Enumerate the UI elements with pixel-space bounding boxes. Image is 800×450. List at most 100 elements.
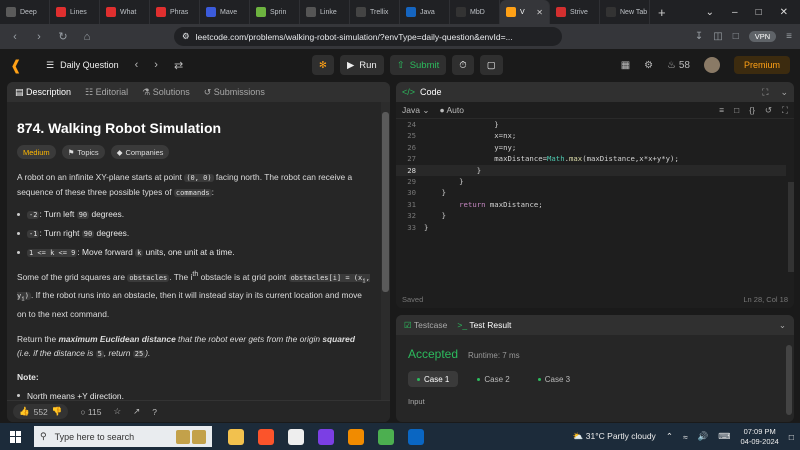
code-line[interactable]: 30 } xyxy=(396,187,786,198)
case-tab[interactable]: Case 1 xyxy=(408,371,459,387)
code-line[interactable]: 24 } xyxy=(396,119,786,130)
site-info-icon[interactable]: ⚙ xyxy=(182,31,190,42)
browser-tab[interactable]: Sprin xyxy=(250,0,300,24)
browser-tab[interactable]: V ✕ xyxy=(500,0,550,24)
intellij-icon[interactable] xyxy=(318,428,334,445)
menu-icon[interactable]: ≡ xyxy=(786,31,792,42)
browser-tab[interactable]: Deep xyxy=(0,0,50,24)
vlc-icon[interactable] xyxy=(348,428,364,445)
code-line[interactable]: 28 } xyxy=(396,164,786,176)
keyboard-icon[interactable]: ⌨ xyxy=(718,431,730,442)
back-icon[interactable]: ‹ xyxy=(8,31,22,43)
vpn-button[interactable]: VPN xyxy=(748,31,777,42)
browser-tab[interactable]: Trellix xyxy=(350,0,400,24)
tab-submissions[interactable]: ↺ Submissions xyxy=(204,87,265,98)
code-editor[interactable]: 24 } 25 x=nx; 26 y=ny; 27 maxDistance=Math.… xyxy=(396,119,794,289)
next-problem-icon[interactable]: › xyxy=(154,59,158,72)
notes-button[interactable]: ▢ xyxy=(479,55,503,75)
minimize-icon[interactable]: – xyxy=(732,7,738,18)
browser-tab[interactable]: Phras xyxy=(150,0,200,24)
companies-badge[interactable]: ◆ Companies xyxy=(110,145,170,159)
code-line[interactable]: 31 return maxDistance; xyxy=(396,199,786,210)
maximize-icon[interactable]: ⛶ xyxy=(762,87,768,98)
fullscreen-icon[interactable]: ⛶ xyxy=(782,105,788,116)
code-line[interactable]: 25 x=nx; xyxy=(396,130,786,141)
debug-button[interactable]: ✻ xyxy=(312,55,334,75)
reload-icon[interactable]: ↻ xyxy=(56,30,70,43)
premium-button[interactable]: Premium xyxy=(733,56,790,74)
auto-mode-toggle[interactable]: ● Auto xyxy=(439,105,464,115)
tab-description[interactable]: ▤ Description xyxy=(15,87,71,98)
tab-search-icon[interactable]: ⌄ xyxy=(706,7,714,18)
test-scrollbar[interactable] xyxy=(786,345,792,415)
download-icon[interactable]: ↧ xyxy=(695,31,703,42)
windows-start-icon[interactable] xyxy=(10,430,22,443)
run-button[interactable]: ▶ Run xyxy=(339,55,384,75)
tab-solutions[interactable]: ⚗ Solutions xyxy=(142,87,190,98)
browser-tab[interactable]: Lines xyxy=(50,0,100,24)
tab-editorial[interactable]: ☷ Editorial xyxy=(85,87,128,98)
brave-browser-icon[interactable] xyxy=(258,428,274,445)
code-line[interactable]: 26 y=ny; xyxy=(396,142,786,153)
maximize-icon[interactable]: □ xyxy=(756,7,762,18)
notification-icon[interactable]: □ xyxy=(789,432,794,442)
tab-testcase[interactable]: ☑ Testcase xyxy=(404,320,447,331)
comments-button[interactable]: ○ 115 xyxy=(80,407,101,417)
sidebar-icon[interactable]: ◫ xyxy=(713,31,722,42)
weather-widget[interactable]: ⛅ 31°C Partly cloudy xyxy=(573,431,656,442)
share-icon[interactable]: ↗ xyxy=(133,406,140,417)
browser-tab[interactable]: MbD xyxy=(450,0,500,24)
notion-icon[interactable] xyxy=(288,428,304,445)
browser-tab[interactable]: What xyxy=(100,0,150,24)
like-button[interactable]: 👍 552 👎 xyxy=(13,404,69,419)
forward-icon[interactable]: › xyxy=(32,31,46,43)
topics-badge[interactable]: ⚑ Topics xyxy=(61,145,105,159)
tab-test-result[interactable]: >_ Test Result xyxy=(457,320,511,330)
bookmark-icon[interactable]: □ xyxy=(734,105,739,116)
taskbar-search[interactable]: ⚲ Type here to search xyxy=(34,426,212,447)
browser-tab[interactable]: Strive xyxy=(550,0,600,24)
volume-icon[interactable]: 🔊 xyxy=(698,431,709,442)
file-explorer-icon[interactable] xyxy=(228,428,244,445)
problem-title[interactable]: 874. Walking Robot Simulation xyxy=(17,120,371,136)
new-tab-icon[interactable]: + xyxy=(650,5,674,20)
close-window-icon[interactable]: ✕ xyxy=(780,7,788,18)
daily-question-link[interactable]: ☰ Daily Question xyxy=(46,60,119,71)
browser-tab[interactable]: Mave xyxy=(200,0,250,24)
collapse-icon[interactable]: ⌄ xyxy=(780,87,788,98)
browser-tab[interactable]: New Tab xyxy=(600,0,650,24)
reset-icon[interactable]: ↺ xyxy=(765,105,772,116)
wifi-icon[interactable]: ≈ xyxy=(683,432,688,442)
star-icon[interactable]: ☆ xyxy=(113,406,121,417)
code-scrollbar[interactable] xyxy=(788,182,794,272)
language-select[interactable]: Java ⌄ xyxy=(402,105,429,116)
layout-icon[interactable]: ▦ xyxy=(621,60,630,71)
url-field[interactable]: ⚙ leetcode.com/problems/walking-robot-si… xyxy=(174,27,562,46)
case-tab[interactable]: Case 2 xyxy=(468,371,518,387)
avatar[interactable] xyxy=(703,57,720,73)
browser-tab[interactable]: Java xyxy=(400,0,450,24)
linkedin-icon[interactable] xyxy=(408,428,424,445)
streak-counter[interactable]: ♨ 58 xyxy=(667,60,690,71)
code-line[interactable]: 33} xyxy=(396,222,786,233)
chrome-icon[interactable] xyxy=(378,428,394,445)
browser-tab[interactable]: Linke xyxy=(300,0,350,24)
code-line[interactable]: 32 } xyxy=(396,210,786,221)
system-clock[interactable]: 07:09 PM 04-09-2024 xyxy=(740,427,778,447)
code-line[interactable]: 27 maxDistance=Math.max(maxDistance,x*x+… xyxy=(396,153,786,164)
prev-problem-icon[interactable]: ‹ xyxy=(135,59,139,72)
submit-button[interactable]: ⇧ Submit xyxy=(389,55,447,75)
settings-gear-icon[interactable]: ⚙ xyxy=(644,60,653,71)
tray-chevron-icon[interactable]: ⌃ xyxy=(666,431,673,442)
scrollbar-thumb[interactable] xyxy=(382,112,389,292)
close-tab-icon[interactable]: ✕ xyxy=(536,8,543,17)
description-scrollbar[interactable] xyxy=(381,102,390,400)
shuffle-icon[interactable]: ⇄ xyxy=(174,59,183,72)
case-tab[interactable]: Case 3 xyxy=(529,371,579,387)
align-icon[interactable]: ≡ xyxy=(719,105,724,116)
help-icon[interactable]: ? xyxy=(152,407,157,417)
braces-icon[interactable]: {} xyxy=(749,105,755,116)
thumbs-down-icon[interactable]: 👎 xyxy=(52,406,63,417)
home-icon[interactable]: ⌂ xyxy=(80,31,94,43)
wallet-icon[interactable]: □ xyxy=(733,31,739,42)
